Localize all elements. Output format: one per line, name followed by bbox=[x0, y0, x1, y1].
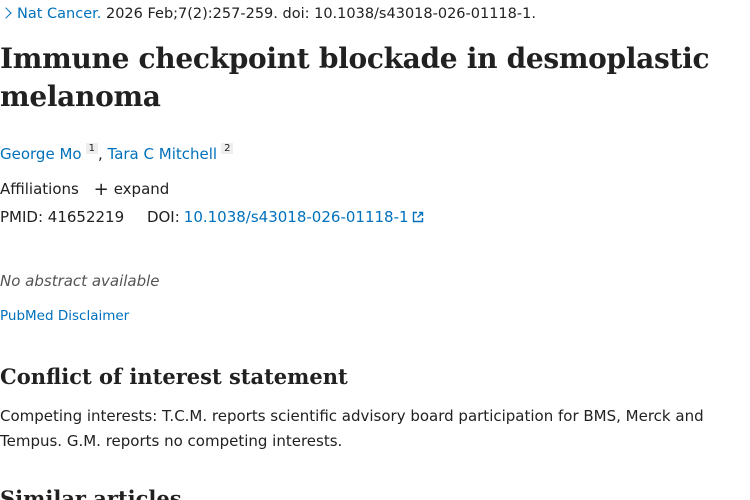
affiliation-ref[interactable]: 2 bbox=[221, 143, 234, 154]
author-link[interactable]: Tara C Mitchell bbox=[108, 145, 218, 163]
doi-value: 10.1038/s43018-026-01118-1 bbox=[183, 208, 409, 226]
article-title: Immune checkpoint blockade in desmoplast… bbox=[0, 42, 710, 113]
journal-link[interactable]: Nat Cancer. bbox=[17, 6, 101, 22]
similar-articles-heading: Similar articles bbox=[0, 486, 182, 500]
author-list: George Mo 1, Tara C Mitchell 2 bbox=[0, 140, 234, 165]
affiliations-label: Affiliations bbox=[0, 180, 79, 198]
affiliation-ref[interactable]: 1 bbox=[85, 143, 98, 154]
author-separator: , bbox=[97, 145, 103, 163]
expand-affiliations-button[interactable]: + expand bbox=[93, 179, 170, 200]
identifiers-row: PMID: 41652219 DOI: 10.1038/s43018-026-01… bbox=[0, 206, 424, 228]
expand-label: expand bbox=[113, 180, 170, 198]
external-link-icon bbox=[412, 211, 423, 223]
pubmed-disclaimer-link[interactable]: PubMed Disclaimer bbox=[0, 306, 129, 326]
conflict-of-interest-heading: Conflict of interest statement bbox=[0, 364, 348, 389]
doi-link[interactable]: 10.1038/s43018-026-01118-1 bbox=[184, 208, 424, 226]
article-page: Nat Cancer. 2026 Feb;7(2):257-259. doi: … bbox=[0, 0, 750, 500]
conflict-of-interest-text: Competing interests: T.C.M. reports scie… bbox=[0, 407, 704, 450]
pmid-label: PMID: bbox=[0, 208, 44, 226]
chevron-right-icon[interactable] bbox=[0, 7, 12, 19]
pmid-value: 41652219 bbox=[47, 208, 125, 226]
no-abstract-text: No abstract available bbox=[0, 272, 160, 290]
citation-line: Nat Cancer. 2026 Feb;7(2):257-259. doi: … bbox=[0, 4, 536, 24]
affiliations-row: Affiliations + expand bbox=[0, 178, 169, 200]
plus-icon: + bbox=[93, 179, 109, 200]
citation-details: 2026 Feb;7(2):257-259. doi: 10.1038/s430… bbox=[105, 6, 536, 22]
doi-label: DOI: bbox=[146, 208, 180, 226]
author-link[interactable]: George Mo bbox=[0, 145, 82, 163]
